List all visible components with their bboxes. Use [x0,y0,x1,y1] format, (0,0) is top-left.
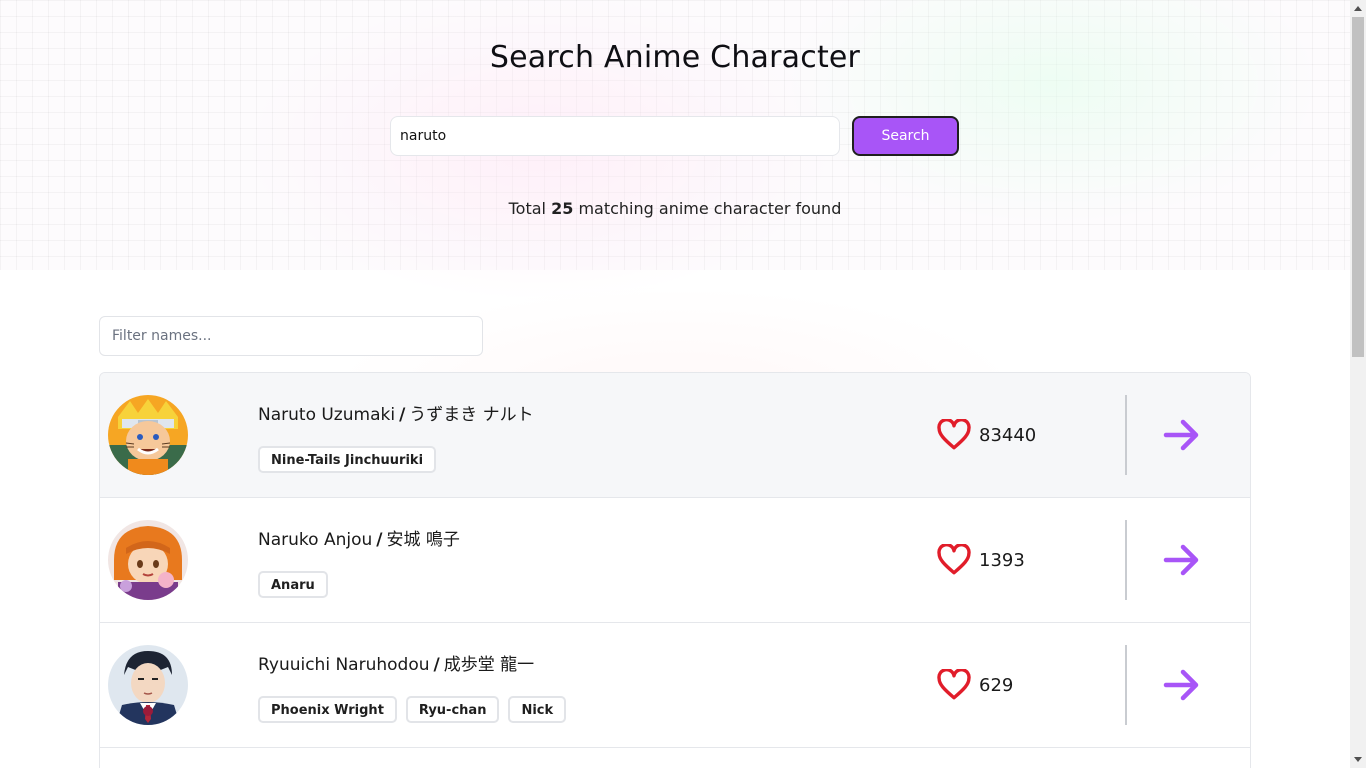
open-character-button[interactable] [1162,415,1202,455]
avatar [108,395,188,475]
filter-names-input[interactable] [99,316,483,356]
alias-tag: Phoenix Wright [258,696,397,723]
character-name-english: Naruto Uzumaki [258,405,396,425]
result-count-prefix: Total [508,199,546,218]
favorites-count: 83440 [979,424,1037,446]
alias-tags: Anaru [258,571,328,598]
alias-tag: Anaru [258,571,328,598]
character-name-native: 安城 鳴子 [386,530,460,550]
character-name-english: Naruko Anjou [258,530,373,550]
scroll-up-arrow-icon[interactable] [1350,0,1366,16]
favorites: 629 [937,669,1013,701]
scrollbar-thumb[interactable] [1352,17,1364,357]
result-count-number: 25 [551,199,574,218]
character-name-native: うずまき ナルト [409,405,534,425]
favorites: 83440 [937,419,1036,451]
character-name: Ryuuichi Naruhodou / 成歩堂 龍一 [258,650,534,675]
character-name-native: 成歩堂 龍一 [443,655,535,675]
name-separator: / [433,655,440,675]
result-count: Total 25 matching anime character found [0,199,1350,218]
character-row[interactable]: Naruto Uzumaki / うずまき ナルト Nine-Tails Jinch… [100,373,1250,498]
character-name: Naruko Anjou / 安城 鳴子 [258,525,460,550]
scroll-down-arrow-icon[interactable] [1350,752,1366,768]
divider [1125,395,1127,475]
search-button[interactable]: Search [852,116,959,156]
open-character-button[interactable] [1162,665,1202,705]
favorites: 1393 [937,544,1025,576]
character-row[interactable]: Ryuuichi Naruhodou / 成歩堂 龍一 Phoenix Wright… [100,623,1250,748]
avatar [108,645,188,725]
alias-tag: Ryu-chan [405,696,500,723]
result-count-suffix: matching anime character found [578,199,842,218]
name-separator: / [376,530,383,550]
arrow-right-icon [1163,419,1199,451]
heart-icon [937,669,971,700]
page-scrollbar[interactable] [1350,0,1366,768]
open-character-button[interactable] [1162,540,1202,580]
name-separator: / [399,405,406,425]
alias-tags: Phoenix Wright Ryu-chan Nick [258,696,567,723]
avatar [108,520,188,600]
favorites-count: 629 [979,674,1014,696]
heart-icon [937,419,971,450]
favorites-count: 1393 [979,549,1025,571]
search-input[interactable] [390,116,840,156]
alias-tag: Nine-Tails Jinchuuriki [258,446,437,473]
arrow-right-icon [1163,544,1199,576]
page-title: Search Anime Character [489,40,861,75]
arrow-right-icon [1163,669,1199,701]
character-row[interactable]: Naruko Anjou / 安城 鳴子 Anaru 1393 [100,498,1250,623]
heart-icon [937,544,971,575]
character-name-english: Ryuuichi Naruhodou [258,655,430,675]
alias-tags: Nine-Tails Jinchuuriki [258,446,437,473]
character-name: Naruto Uzumaki / うずまき ナルト [258,400,534,425]
divider [1125,520,1127,600]
alias-tag: Nick [508,696,567,723]
character-list: Naruto Uzumaki / うずまき ナルト Nine-Tails Jinch… [99,372,1251,768]
divider [1125,645,1127,725]
